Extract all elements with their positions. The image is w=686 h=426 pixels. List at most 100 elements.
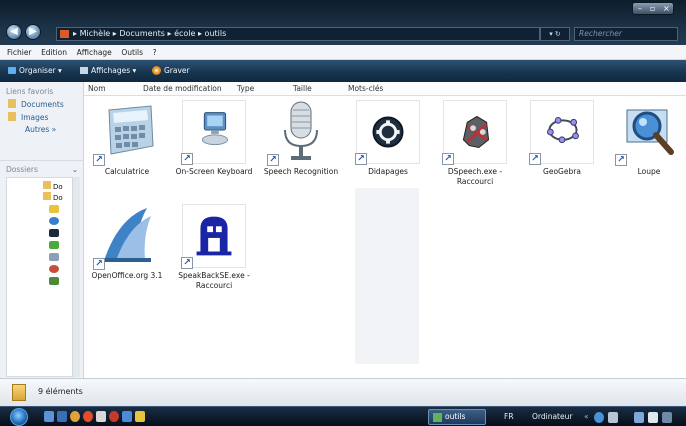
breadcrumb-item[interactable]: Documents bbox=[119, 29, 165, 38]
file-item[interactable]: ↗ SpeakBackSE.exe - Raccourci bbox=[171, 204, 257, 290]
tree-item-icon[interactable] bbox=[49, 229, 59, 237]
quicklaunch-icon[interactable] bbox=[70, 411, 80, 422]
column-nom[interactable]: Nom bbox=[88, 84, 106, 93]
tray-chevron-icon[interactable]: « bbox=[584, 412, 589, 421]
file-item[interactable]: ↗ Calculatrice bbox=[84, 100, 170, 177]
file-label: GeoGebra bbox=[543, 167, 581, 176]
views-icon bbox=[80, 67, 88, 74]
menu-item-fichier[interactable]: Fichier bbox=[7, 45, 32, 60]
column-header: Nom Date de modification Type Taille Mot… bbox=[84, 82, 686, 96]
quicklaunch-icon[interactable] bbox=[109, 411, 119, 422]
documents-icon bbox=[8, 99, 16, 108]
column-date[interactable]: Date de modification bbox=[143, 84, 222, 93]
quicklaunch-icon[interactable] bbox=[135, 411, 145, 422]
file-item[interactable]: ↗ Loupe bbox=[606, 100, 686, 177]
tree-item[interactable]: Do bbox=[43, 181, 63, 191]
shortcut-arrow-icon: ↗ bbox=[181, 257, 193, 269]
breadcrumb-item[interactable]: école bbox=[174, 29, 195, 38]
taskbar-window-button[interactable]: outils bbox=[428, 409, 486, 425]
taskbar: outils FR Ordinateur « bbox=[0, 406, 686, 426]
file-item[interactable]: ↗ OpenOffice.org 3.1 bbox=[84, 204, 170, 281]
file-item[interactable]: ↗ GeoGebra bbox=[519, 100, 605, 177]
affichages-button[interactable]: Affichages ▾ bbox=[80, 66, 136, 75]
file-label: Speech Recognition bbox=[263, 167, 339, 176]
shortcut-arrow-icon: ↗ bbox=[93, 258, 105, 270]
shortcut-arrow-icon: ↗ bbox=[442, 153, 454, 165]
column-taille[interactable]: Taille bbox=[293, 84, 312, 93]
address-bar[interactable]: ▸ Michèle ▸ Documents ▸ école ▸ outils bbox=[56, 27, 540, 41]
quicklaunch-icon[interactable] bbox=[44, 411, 54, 422]
quicklaunch-icon[interactable] bbox=[83, 411, 93, 422]
graver-button[interactable]: Graver bbox=[152, 66, 190, 75]
search-input[interactable]: Rechercher bbox=[574, 27, 678, 41]
organiser-button[interactable]: Organiser ▾ bbox=[8, 66, 62, 75]
tree-item-icon[interactable] bbox=[49, 241, 59, 249]
folder-icon bbox=[43, 192, 51, 200]
close-icon[interactable]: × bbox=[663, 4, 670, 13]
menu-item-edition[interactable]: Edition bbox=[41, 45, 67, 60]
tree-item-icon[interactable] bbox=[49, 277, 59, 285]
file-label: Didapages bbox=[368, 167, 408, 176]
file-label: On-Screen Keyboard bbox=[175, 167, 253, 176]
openoffice-icon: ↗ bbox=[93, 204, 159, 270]
tree-item-icon[interactable] bbox=[49, 217, 59, 225]
file-area: ↗ Calculatrice ↗ On-Screen Keyboard ↗ Sp… bbox=[84, 96, 686, 378]
maximize-icon[interactable]: ▫ bbox=[650, 4, 655, 13]
tree-scrollbar[interactable] bbox=[72, 177, 80, 377]
file-label: DSpeech.exe - Raccourci bbox=[447, 167, 503, 186]
file-item[interactable]: ↗ Speech Recognition bbox=[258, 100, 344, 177]
file-item[interactable]: ↗ On-Screen Keyboard bbox=[171, 100, 257, 177]
details-pane: 9 éléments bbox=[0, 378, 686, 406]
breadcrumb-item[interactable]: outils bbox=[205, 29, 227, 38]
shortcut-arrow-icon: ↗ bbox=[529, 153, 541, 165]
file-item[interactable]: ↗ DSpeech.exe - Raccourci bbox=[432, 100, 518, 186]
window-titlebar: – ▫ × ◀ ▶ ▸ Michèle ▸ Documents ▸ école … bbox=[0, 0, 686, 45]
start-button[interactable] bbox=[10, 408, 28, 426]
quicklaunch-icon[interactable] bbox=[57, 411, 67, 422]
tree-item-icon[interactable] bbox=[49, 265, 59, 273]
shortcut-arrow-icon: ↗ bbox=[93, 154, 105, 166]
search-placeholder: Rechercher bbox=[579, 29, 622, 38]
microphone-icon: ↗ bbox=[267, 100, 333, 166]
volume-icon[interactable] bbox=[648, 412, 658, 423]
tree-item-icon[interactable] bbox=[49, 205, 59, 213]
folder-icon bbox=[12, 384, 26, 401]
quicklaunch-icon[interactable] bbox=[122, 411, 132, 422]
file-label: Loupe bbox=[637, 167, 661, 176]
window-controls[interactable]: – ▫ × bbox=[632, 2, 674, 15]
favorite-images[interactable]: Images bbox=[0, 109, 83, 122]
item-count: 9 éléments bbox=[38, 387, 83, 396]
tray-app-icon[interactable] bbox=[662, 412, 672, 423]
minimize-icon[interactable]: – bbox=[638, 4, 642, 13]
chevron-down-icon[interactable]: ⌄ bbox=[72, 165, 78, 174]
favorite-more[interactable]: Autres » bbox=[0, 122, 83, 134]
forward-button[interactable]: ▶ bbox=[25, 24, 41, 40]
calculator-icon: ↗ bbox=[93, 100, 159, 166]
column-type[interactable]: Type bbox=[237, 84, 254, 93]
favorite-documents[interactable]: Documents bbox=[0, 96, 83, 109]
folder-tree: Do Do bbox=[6, 177, 76, 377]
favorites-title: Liens favoris bbox=[6, 87, 54, 96]
tray-app-icon[interactable] bbox=[608, 412, 618, 423]
shortcut-arrow-icon: ↗ bbox=[267, 154, 279, 166]
menu-item-affichage[interactable]: Affichage bbox=[77, 45, 112, 60]
breadcrumb-item[interactable]: Michèle bbox=[80, 29, 111, 38]
folder-icon bbox=[60, 30, 69, 38]
desktop-toolbar-label[interactable]: Ordinateur bbox=[532, 412, 572, 421]
back-button[interactable]: ◀ bbox=[6, 24, 22, 40]
tree-item-icon[interactable] bbox=[49, 253, 59, 261]
folders-title[interactable]: Dossiers ⌄ bbox=[0, 160, 84, 174]
monitor-icon[interactable] bbox=[634, 412, 644, 423]
network-icon[interactable] bbox=[594, 412, 604, 423]
menu-item-outils[interactable]: Outils bbox=[121, 45, 143, 60]
menu-item-help[interactable]: ? bbox=[153, 45, 157, 60]
dspeech-icon: ↗ bbox=[442, 100, 507, 165]
column-mots-cles[interactable]: Mots-clés bbox=[348, 84, 383, 93]
tree-item[interactable]: Do bbox=[43, 192, 63, 202]
refresh-button[interactable]: ▾ ↻ bbox=[540, 27, 570, 41]
file-label: Calculatrice bbox=[104, 167, 150, 176]
menu-bar: Fichier Edition Affichage Outils ? bbox=[0, 45, 686, 60]
quicklaunch-icon[interactable] bbox=[96, 411, 106, 422]
file-item[interactable]: ↗ Didapages bbox=[345, 100, 431, 177]
language-indicator[interactable]: FR bbox=[504, 412, 514, 421]
